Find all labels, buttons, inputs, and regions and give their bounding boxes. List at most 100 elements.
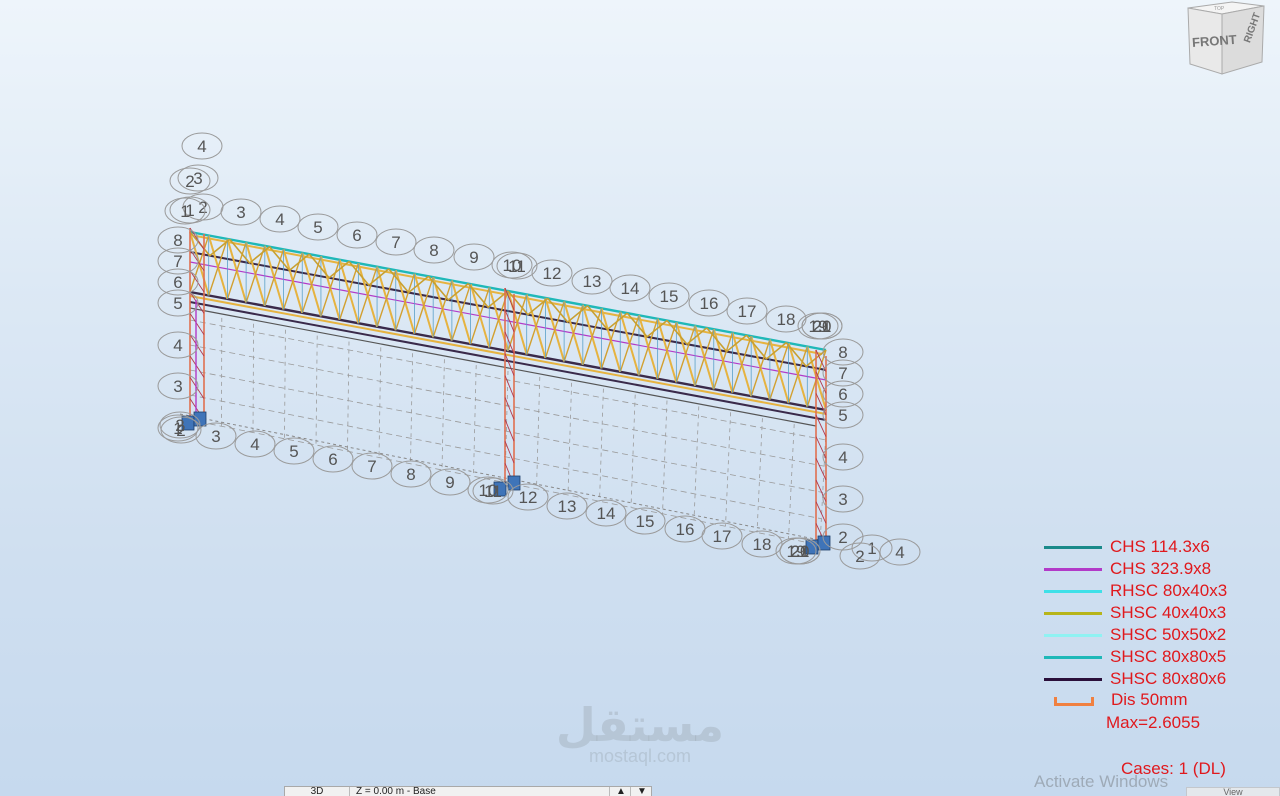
grid-line	[315, 335, 318, 446]
grid-bubble: 13	[546, 492, 588, 520]
grid-bubble-label: 5	[173, 294, 182, 313]
grid-bubble-label: 12	[543, 264, 562, 283]
grid-bubble: 17	[701, 522, 743, 550]
grid-line	[725, 412, 731, 527]
grid-bubble-label: 6	[352, 226, 361, 245]
column-lacing	[815, 479, 827, 502]
legend-swatch	[1044, 589, 1102, 593]
grid-bubble-label: 7	[838, 364, 847, 383]
grid-bubble: 8	[413, 236, 455, 264]
grid-bubble: 4	[879, 538, 921, 566]
grid-bubble: 3	[195, 422, 237, 450]
grid-bubble-label: 4	[197, 137, 206, 156]
grid-bubble-label: 12	[519, 488, 538, 507]
level-dropdown-icon[interactable]: ▼	[631, 787, 651, 796]
grid-bubble: 13	[571, 267, 613, 295]
grid-bubble: 5	[822, 401, 864, 429]
grid-bubble-label: 6	[328, 450, 337, 469]
grid-bubble: 7	[157, 247, 199, 275]
column-lacing	[189, 313, 205, 335]
grid-line	[630, 394, 636, 508]
grid-bubble-label: 2	[855, 547, 864, 566]
displacement-scale-row: Dis 50mm	[1040, 690, 1270, 712]
grid-bubble: 15	[648, 282, 690, 310]
view-cube[interactable]: TOP FRONT RIGHT	[1182, 0, 1268, 80]
grid-bubble-label: 18	[753, 535, 772, 554]
grid-bubble: 5	[297, 213, 339, 241]
grid-bubble-label: 2	[185, 172, 194, 191]
grid-bubble-label: 7	[391, 233, 400, 252]
grid-bubble-label: 6	[838, 385, 847, 404]
grid-bubble: 4	[234, 430, 276, 458]
grid-line	[473, 365, 477, 477]
grid-bubble: 6	[157, 268, 199, 296]
grid-line	[567, 382, 572, 496]
legend-item: CHS 114.3x6	[1040, 536, 1270, 558]
grid-bubble-label: 1	[180, 202, 189, 221]
grid-bubble-label: 6	[173, 273, 182, 292]
view-cube-front-label: FRONT	[1191, 32, 1237, 50]
grid-bubble-label: 3	[211, 427, 220, 446]
grid-bubble-label: 3	[838, 490, 847, 509]
legend-label: SHSC 80x80x6	[1110, 669, 1227, 688]
legend-swatch	[1044, 545, 1102, 549]
legend-label: CHS 114.3x6	[1110, 537, 1210, 556]
grid-bubble: 14	[609, 274, 651, 302]
grid-bubble-label: 4	[838, 448, 847, 467]
column-lacing	[504, 375, 515, 398]
grid-bubble-label: 4	[250, 435, 259, 454]
level-spin-icon[interactable]: ▲	[610, 787, 631, 796]
grid-bubble: 3	[822, 485, 864, 513]
legend-label: SHSC 80x80x5	[1110, 647, 1227, 666]
grid-bubble-label: 21	[791, 542, 810, 561]
grid-bubble: 6	[312, 445, 354, 473]
displacement-scale-icon	[1054, 697, 1094, 706]
column-lacing	[504, 441, 515, 464]
level-field[interactable]: Z = 0.00 m - Base	[350, 787, 610, 796]
grid-line	[441, 359, 445, 471]
legend-item: CHS 323.9x8	[1040, 558, 1270, 580]
view-button[interactable]: View	[1186, 787, 1280, 796]
grid-line	[693, 406, 700, 521]
grid-line	[189, 344, 825, 467]
view-mode-field[interactable]: 3D	[285, 787, 350, 796]
grid-bubble: 9	[429, 468, 471, 496]
grid-bubble-label: 15	[660, 287, 679, 306]
section-legend: CHS 114.3x6 CHS 323.9x8 RHSC 80x40x3 SHSC 4…	[1040, 536, 1270, 734]
grid-line	[347, 341, 350, 452]
grid-bubble-label: 16	[676, 520, 695, 539]
grid-bubble: 3	[220, 198, 262, 226]
grid-bubble: 14	[585, 499, 627, 527]
grid-bubble-label: 17	[738, 302, 757, 321]
grid-bubble: 12	[531, 259, 573, 287]
grid-line	[788, 424, 795, 539]
grid-bubble: 18	[765, 305, 807, 333]
grid-bubble-label: 18	[777, 310, 796, 329]
grid-bubble-label: 8	[173, 231, 182, 250]
displacement-scale-label: Dis 50mm	[1111, 690, 1188, 709]
grid-line	[378, 347, 382, 458]
grid-bubble: 8	[390, 460, 432, 488]
column-lacing	[189, 355, 205, 378]
grid-line	[662, 400, 668, 514]
grid-bubble-label: 3	[236, 203, 245, 222]
grid-bubble: 3	[157, 372, 199, 400]
legend-item: RHSC 80x40x3	[1040, 580, 1270, 602]
grid-bubble-label: 2	[198, 198, 207, 217]
legend-swatch	[1044, 655, 1102, 659]
grid-bubble-label: 4	[895, 543, 904, 562]
grid-bubble: 7	[822, 359, 864, 387]
grid-bubble: 4	[822, 443, 864, 471]
grid-bubble-label: 15	[636, 512, 655, 531]
grid-bubble-label: 7	[173, 252, 182, 271]
max-displacement-label: Max=2.6055	[1106, 713, 1201, 732]
grid-line	[189, 369, 824, 493]
grid-bubble-label: 1	[867, 539, 876, 558]
grid-bubble-label: 2	[175, 416, 184, 435]
grid-bubble-label: 17	[713, 527, 732, 546]
grid-bubble-label: 11	[484, 482, 502, 501]
grid-line	[252, 323, 255, 433]
legend-label: SHSC 50x50x2	[1110, 625, 1227, 644]
grid-bubble: 7	[351, 452, 393, 480]
grid-line	[284, 329, 286, 439]
